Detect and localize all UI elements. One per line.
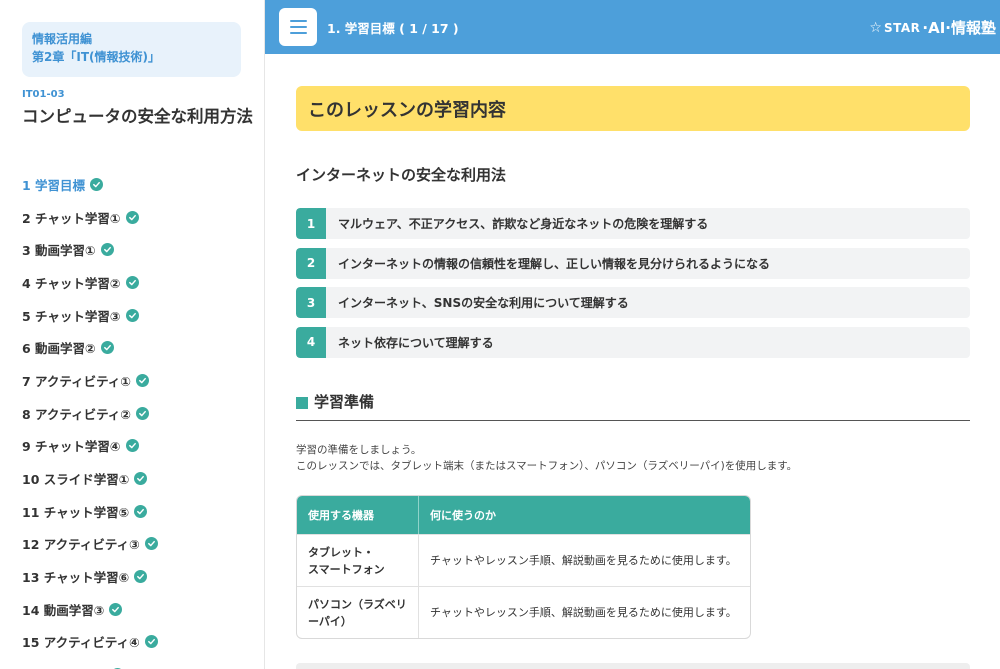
device-table: 使用する機器 何に使うのか タブレット・ スマートフォン チャットやレッスン手順…: [296, 495, 751, 639]
goal-number-badge: 3: [296, 287, 326, 319]
chapter-name: 第2章「IT(情報技術)」: [32, 50, 160, 64]
sidebar-step-label: 13 チャット学習⑥: [22, 570, 130, 586]
sidebar-step-item[interactable]: 6 動画学習②: [22, 331, 158, 364]
sidebar-step-label: 4 チャット学習②: [22, 275, 121, 291]
check-circle-icon: [144, 537, 158, 551]
table-row: タブレット・ スマートフォン チャットやレッスン手順、解説動画を見るために使用し…: [297, 534, 750, 586]
goal-item: 4 ネット依存について理解する: [296, 326, 970, 358]
sidebar-step-item[interactable]: 7 アクティビティ①: [22, 364, 158, 397]
sidebar-step-label: 11 チャット学習⑤: [22, 504, 130, 520]
sidebar-step-item[interactable]: 8 アクティビティ②: [22, 397, 158, 430]
sidebar-step-label: 12 アクティビティ③: [22, 537, 140, 553]
table-cell-purpose: チャットやレッスン手順、解説動画を見るために使用します。: [419, 586, 750, 638]
sidebar-step-item[interactable]: 1 学習目標: [22, 168, 158, 201]
check-circle-icon: [125, 439, 139, 453]
check-circle-icon: [136, 373, 150, 387]
sidebar-step-item[interactable]: 5 チャット学習③: [22, 299, 158, 332]
check-circle-icon: [134, 570, 148, 584]
sidebar-step-label: 2 チャット学習①: [22, 210, 121, 226]
brand-logo[interactable]: ☆ STAR ·AI·情報塾: [869, 17, 996, 38]
goal-number-badge: 1: [296, 208, 326, 239]
prep-title: 学習準備: [314, 393, 375, 411]
sidebar-step-item[interactable]: 11 チャット学習⑤: [22, 495, 158, 528]
sidebar-step-label: 1 学習目標: [22, 177, 86, 193]
course-name: 情報活用編: [32, 32, 93, 46]
check-circle-icon: [144, 635, 158, 649]
sidebar-step-item[interactable]: 15 アクティビティ④: [22, 626, 158, 659]
goal-item: 3 インターネット、SNSの安全な利用について理解する: [296, 287, 970, 319]
goal-item: 1 マルウェア、不正アクセス、詐欺など身近なネットの危険を理解する: [296, 208, 970, 239]
lesson-code: IT01-03: [22, 89, 65, 100]
prep-line-1: 学習の準備をしましょう。: [296, 444, 422, 456]
sidebar-step-label: 14 動画学習③: [22, 602, 105, 618]
hamburger-icon: [289, 20, 307, 22]
check-circle-icon: [125, 275, 139, 289]
check-circle-icon: [125, 210, 139, 224]
sidebar-step-item[interactable]: 9 チャット学習④: [22, 430, 158, 463]
goal-text: インターネットの情報の信頼性を理解し、正しい情報を見分けられるようになる: [338, 256, 771, 271]
sidebar-step-label: 3 動画学習①: [22, 243, 96, 259]
goal-number-badge: 4: [296, 326, 326, 358]
sidebar-step-item[interactable]: 2 チャット学習①: [22, 201, 158, 234]
check-circle-icon: [134, 472, 148, 486]
sidebar: 情報活用編 第2章「IT(情報技術)」 IT01-03 コンピュータの安全な利用…: [0, 0, 265, 669]
sidebar-step-label: 16 まとめ動画: [22, 665, 106, 669]
prep-description: 学習の準備をしましょう。 このレッスンでは、タブレット端末（またはスマートフォン…: [296, 442, 797, 474]
goal-text: マルウェア、不正アクセス、詐欺など身近なネットの危険を理解する: [338, 217, 709, 231]
goal-text: インターネット、SNSの安全な利用について理解する: [338, 296, 629, 311]
sidebar-step-label: 10 スライド学習①: [22, 472, 130, 488]
sidebar-step-label: 5 チャット学習③: [22, 308, 121, 324]
table-row: パソコン（ラズベリーパイ） チャットやレッスン手順、解説動画を見るために使用しま…: [297, 586, 750, 638]
goal-number-badge: 2: [296, 247, 326, 279]
top-header: 1. 学習目標 ( 1 / 17 ) ☆ STAR ·AI·情報塾: [265, 0, 1000, 54]
check-circle-icon: [134, 504, 148, 518]
check-circle-icon: [90, 177, 104, 191]
lesson-step-list: 1 学習目標 2 チャット学習① 3 動画学習① 4 チャット学習② 5 チャット学習③…: [22, 168, 158, 669]
sidebar-step-label: 15 アクティビティ④: [22, 635, 140, 651]
step-title: 1. 学習目標 ( 1 / 17 ): [327, 21, 459, 36]
section-subheading: インターネットの安全な利用法: [296, 166, 507, 184]
square-bullet-icon: [296, 397, 308, 409]
check-circle-icon: [125, 308, 139, 322]
table-header-row: 使用する機器 何に使うのか: [297, 496, 750, 534]
course-info-box[interactable]: 情報活用編 第2章「IT(情報技術)」: [22, 22, 241, 77]
next-section-edge: [296, 663, 970, 669]
check-circle-icon: [100, 341, 114, 355]
sidebar-step-label: 9 チャット学習④: [22, 439, 121, 455]
sidebar-step-item[interactable]: 13 チャット学習⑥: [22, 560, 158, 593]
sidebar-step-label: 8 アクティビティ②: [22, 406, 132, 422]
table-cell-device: パソコン（ラズベリーパイ）: [297, 586, 419, 638]
table-header-device: 使用する機器: [297, 496, 419, 534]
goal-item: 2 インターネットの情報の信頼性を理解し、正しい情報を見分けられるようになる: [296, 247, 970, 279]
learning-goals-list: 1 マルウェア、不正アクセス、詐欺など身近なネットの危険を理解する 2 インターネット…: [296, 208, 970, 366]
sidebar-step-item[interactable]: 3 動画学習①: [22, 233, 158, 266]
sidebar-step-item[interactable]: 4 チャット学習②: [22, 266, 158, 299]
check-circle-icon: [136, 406, 150, 420]
sidebar-step-item[interactable]: 10 スライド学習①: [22, 462, 158, 495]
goal-text: ネット依存について理解する: [338, 335, 494, 350]
table-cell-purpose: チャットやレッスン手順、解説動画を見るために使用します。: [419, 534, 750, 586]
check-circle-icon: [100, 243, 114, 257]
table-cell-device: タブレット・ スマートフォン: [297, 534, 419, 586]
star-icon: ☆: [869, 19, 882, 36]
menu-button[interactable]: [279, 8, 317, 46]
sidebar-step-label: 7 アクティビティ①: [22, 373, 132, 389]
sidebar-step-item[interactable]: 16 まとめ動画: [22, 658, 158, 669]
prep-section-heading: 学習準備: [296, 389, 970, 421]
table-header-purpose: 何に使うのか: [419, 496, 750, 534]
check-circle-icon: [109, 602, 123, 616]
lesson-content-banner: このレッスンの学習内容: [296, 86, 970, 131]
sidebar-step-item[interactable]: 12 アクティビティ③: [22, 528, 158, 561]
lesson-title: コンピュータの安全な利用方法: [22, 107, 253, 126]
sidebar-step-item[interactable]: 14 動画学習③: [22, 593, 158, 626]
prep-line-2: このレッスンでは、タブレット端末（またはスマートフォン）、パソコン（ラズベリーパ…: [296, 460, 798, 472]
brand-name: ·AI·情報塾: [922, 19, 996, 37]
sidebar-step-label: 6 動画学習②: [22, 341, 96, 357]
brand-star-text: STAR: [883, 20, 921, 35]
